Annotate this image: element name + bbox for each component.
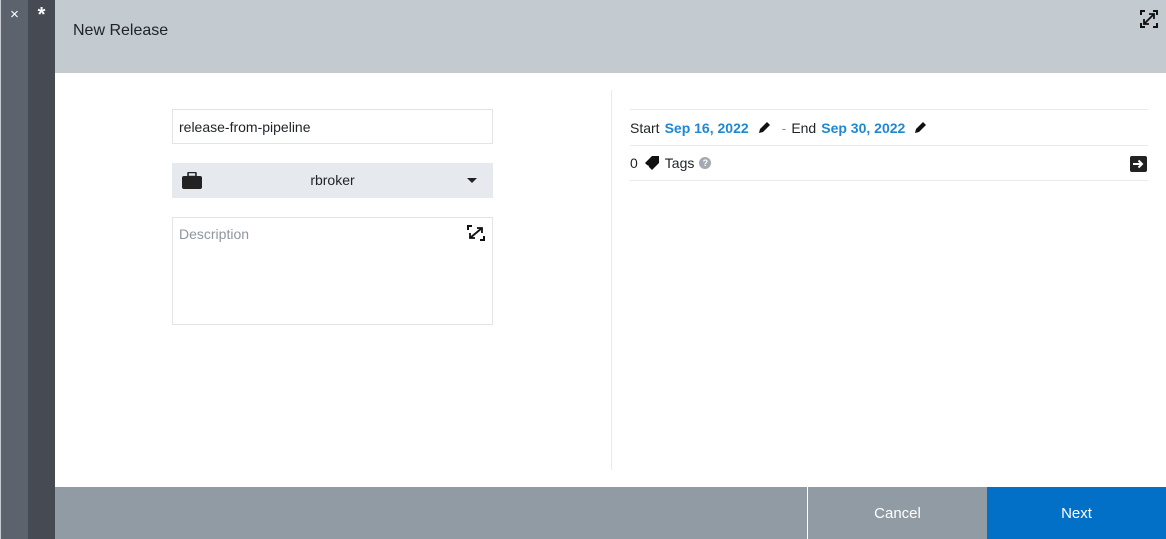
- end-date[interactable]: Sep 30, 2022: [821, 120, 905, 136]
- side-rail-secondary: [28, 0, 55, 539]
- tags-count: 0: [630, 155, 638, 171]
- side-rail-primary: ×: [0, 0, 28, 539]
- start-label: Start: [630, 119, 660, 136]
- edit-end-date-icon[interactable]: [914, 121, 927, 134]
- release-details: Start Sep 16, 2022 - End Sep 30, 2022 0 …: [630, 109, 1148, 181]
- chevron-down-icon: [467, 178, 477, 183]
- release-form: rbroker: [172, 109, 493, 325]
- description-field: [172, 217, 493, 325]
- date-separator: -: [781, 119, 787, 136]
- close-button[interactable]: ×: [1, 4, 28, 26]
- tags-label: Tags: [664, 155, 695, 171]
- cancel-button[interactable]: Cancel: [807, 487, 987, 539]
- dialog-header: New Release: [55, 0, 1166, 73]
- pin-button[interactable]: *: [28, 4, 55, 26]
- tag-icon: [644, 156, 659, 170]
- date-range-row: Start Sep 16, 2022 - End Sep 30, 2022: [630, 109, 1148, 145]
- end-label: End: [791, 119, 817, 136]
- project-select[interactable]: rbroker: [172, 163, 493, 198]
- help-icon[interactable]: ?: [699, 157, 712, 169]
- asterisk-icon: *: [37, 4, 46, 26]
- project-select-value: rbroker: [310, 172, 355, 188]
- release-name-input[interactable]: [172, 109, 493, 144]
- tags-row[interactable]: 0 Tags ?: [630, 145, 1148, 181]
- new-release-dialog: New Release rbroker: [55, 0, 1166, 539]
- start-date[interactable]: Sep 16, 2022: [665, 120, 749, 136]
- dialog-title: New Release: [73, 22, 169, 39]
- maximize-icon[interactable]: [1140, 10, 1158, 28]
- expand-icon[interactable]: [467, 225, 485, 241]
- edit-start-date-icon[interactable]: [758, 121, 771, 134]
- next-button[interactable]: Next: [987, 487, 1166, 539]
- description-input[interactable]: [173, 218, 492, 324]
- column-divider: [611, 90, 612, 470]
- new-release-screen: × * New Release rbroker: [0, 0, 1166, 539]
- dialog-footer: Cancel Next: [55, 487, 1166, 539]
- open-tags-icon[interactable]: [1130, 156, 1147, 172]
- close-icon: ×: [10, 6, 19, 23]
